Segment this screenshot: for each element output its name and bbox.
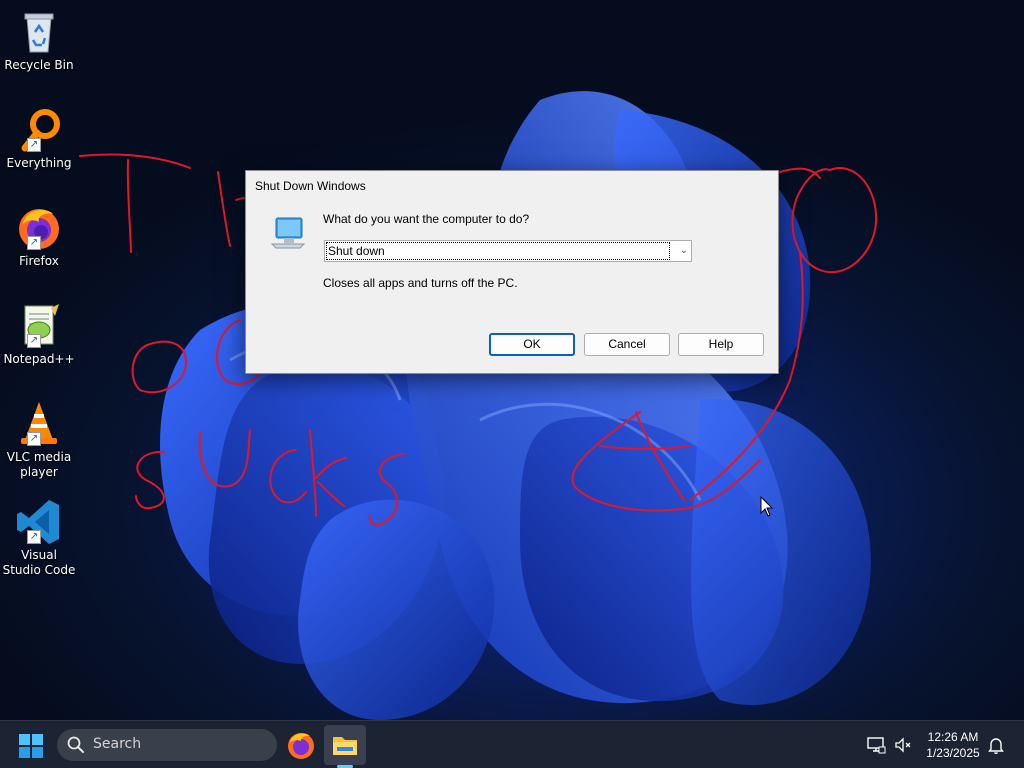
desktop-icon-everything[interactable]: ↗ Everything <box>2 106 76 171</box>
search-icon <box>67 736 84 753</box>
shortcut-arrow-icon: ↗ <box>27 334 41 348</box>
desktop-icon-label: VLC media player <box>6 450 72 479</box>
search-placeholder: Search <box>93 736 142 752</box>
file-explorer-taskbar-button[interactable] <box>324 725 366 765</box>
desktop-icon-notepad-plus-plus[interactable]: ↗ Notepad++ <box>2 302 76 367</box>
dialog-title: Shut Down Windows <box>255 179 366 193</box>
taskbar-search-box[interactable]: Search <box>57 729 277 761</box>
shortcut-arrow-icon: ↗ <box>27 236 41 250</box>
selected-action: Shut down <box>326 242 670 260</box>
volume-muted-icon[interactable] <box>893 735 913 755</box>
file-explorer-icon <box>333 737 357 755</box>
taskbar-clock[interactable]: 12:26 AM 1/23/2025 <box>920 729 986 761</box>
windows-start-icon[interactable] <box>18 733 44 759</box>
dialog-question: What do you want the computer to do? <box>323 212 530 226</box>
clock-time: 12:26 AM <box>927 730 979 744</box>
shutdown-action-select[interactable]: Shut down ⌄ <box>324 240 692 262</box>
everything-search-icon: ↗ <box>15 106 63 154</box>
taskbar: Search 12:26 AM 1/23/2025 <box>0 720 1024 768</box>
shutdown-dialog: Shut Down Windows What do you want the c… <box>245 170 779 374</box>
desktop: Recycle Bin ↗ Everything ↗ Firefox ↗ Not… <box>0 0 1024 720</box>
desktop-icon-label: Recycle Bin <box>4 58 74 72</box>
shortcut-arrow-icon: ↗ <box>27 530 41 544</box>
mouse-cursor-icon <box>760 496 774 517</box>
clock-date: 1/23/2025 <box>926 746 980 760</box>
shortcut-arrow-icon: ↗ <box>27 432 41 446</box>
shortcut-arrow-icon: ↗ <box>27 138 41 152</box>
vscode-icon: ↗ <box>15 498 63 546</box>
desktop-icon-label: Firefox <box>19 254 59 268</box>
desktop-icon-label: Everything <box>6 156 72 170</box>
vlc-icon: ↗ <box>15 400 63 448</box>
action-description: Closes all apps and turns off the PC. <box>323 276 518 290</box>
recycle-bin-icon <box>15 8 63 56</box>
help-button[interactable]: Help <box>678 333 764 356</box>
desktop-icon-firefox[interactable]: ↗ Firefox <box>2 204 76 269</box>
desktop-icon-label: Visual Studio Code <box>2 548 76 577</box>
chevron-down-icon: ⌄ <box>679 245 688 256</box>
computer-icon <box>270 217 306 249</box>
desktop-icon-label: Notepad++ <box>3 352 75 366</box>
desktop-icon-recycle-bin[interactable]: Recycle Bin <box>2 8 76 73</box>
ok-button[interactable]: OK <box>489 333 575 356</box>
desktop-icon-vlc[interactable]: ↗ VLC media player <box>2 400 76 480</box>
notification-bell-icon[interactable] <box>986 735 1006 755</box>
notepad-plus-plus-icon: ↗ <box>15 302 63 350</box>
desktop-icon-vscode[interactable]: ↗ Visual Studio Code <box>2 498 76 578</box>
firefox-icon[interactable] <box>286 730 316 760</box>
network-icon[interactable] <box>866 735 886 755</box>
firefox-icon: ↗ <box>15 204 63 252</box>
cancel-button[interactable]: Cancel <box>584 333 670 356</box>
